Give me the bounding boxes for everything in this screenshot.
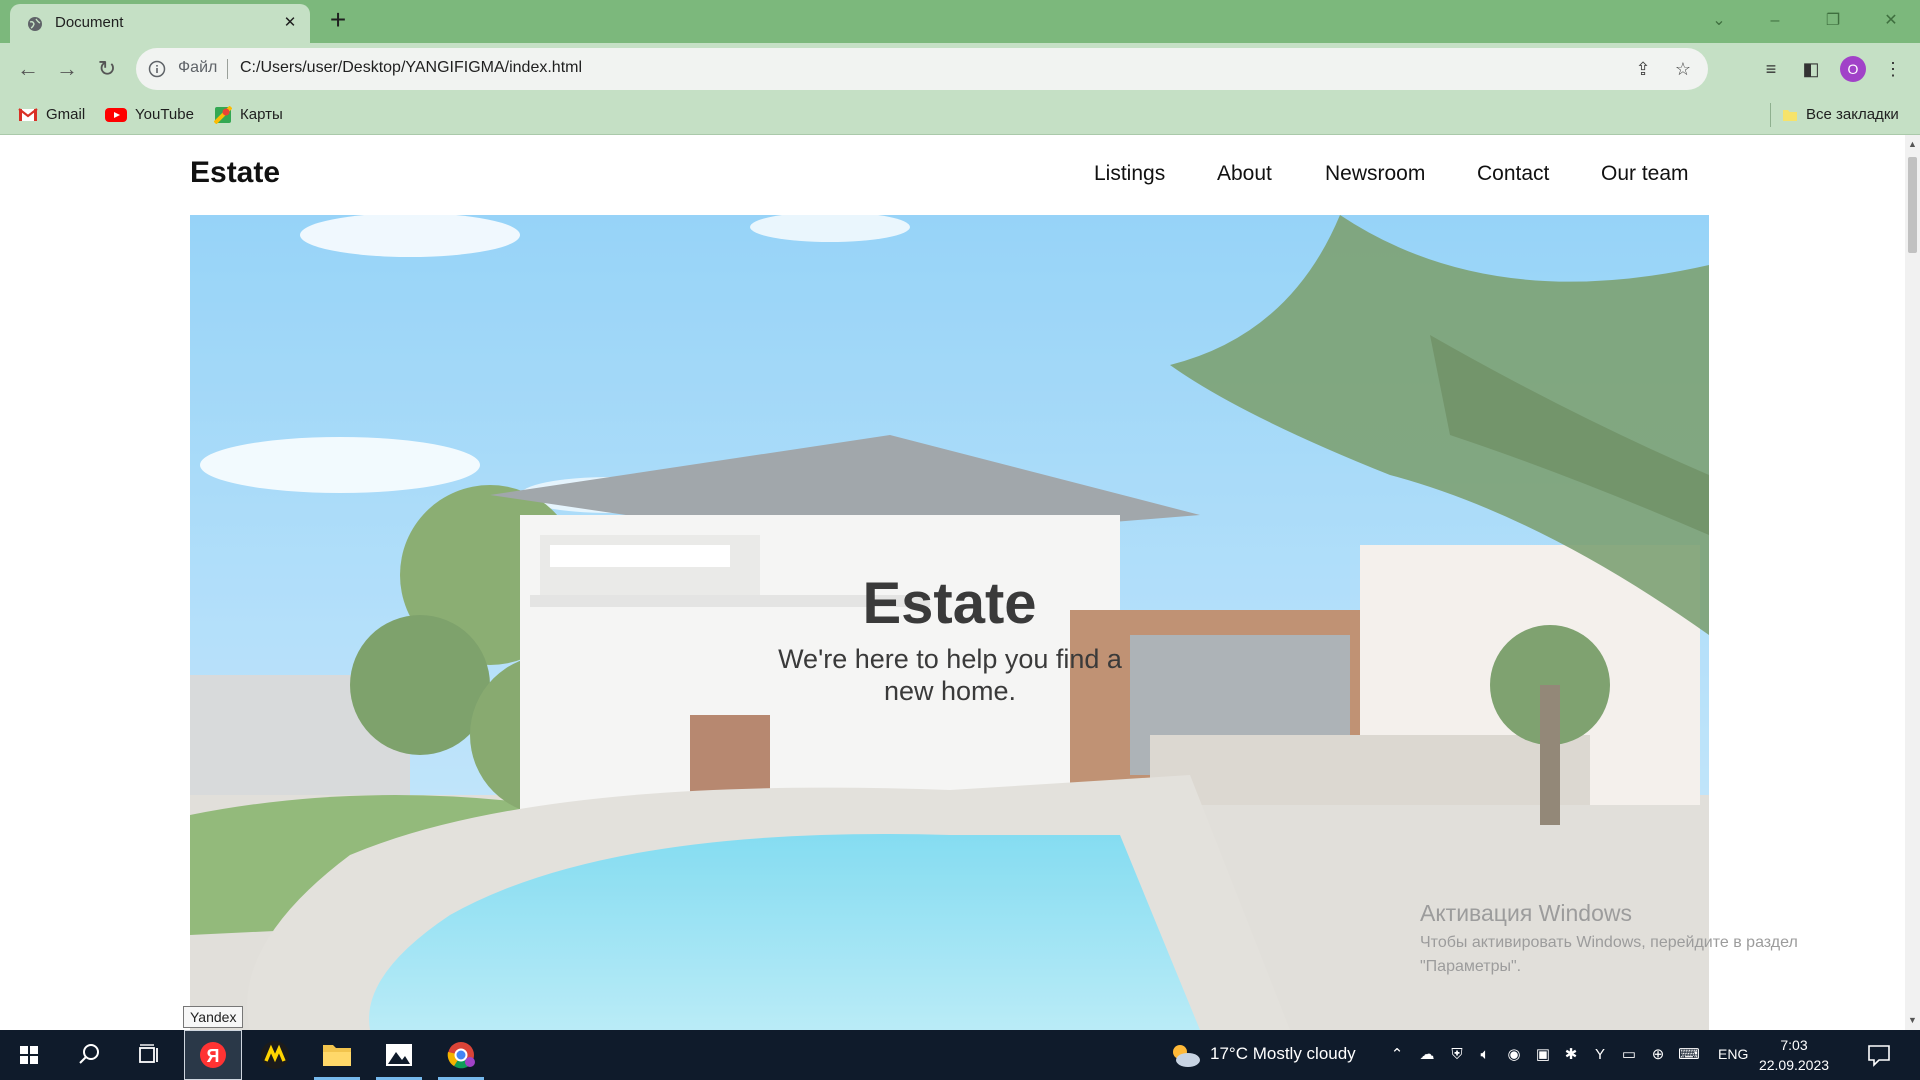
weather-cloud-icon [1173, 1045, 1200, 1067]
browser-tab[interactable]: Document ✕ [10, 4, 310, 43]
tab-search-chevron-icon[interactable]: ⌄ [1704, 6, 1734, 36]
nav-link-our-team[interactable]: Our team [1601, 162, 1689, 186]
bookmark-label: YouTube [135, 106, 194, 123]
web-page: Estate Listings About Newsroom Contact O… [0, 135, 1905, 1030]
reading-list-icon[interactable]: ≡ [1757, 55, 1785, 83]
search-button[interactable] [60, 1030, 118, 1080]
menu-kebab-icon[interactable]: ⋮ [1879, 55, 1907, 83]
reload-icon[interactable]: ↻ [91, 53, 123, 85]
chrome-icon [447, 1042, 475, 1069]
bookmarks-bar: Gmail YouTube Карты Все закладки [0, 95, 1920, 135]
hero-subtitle: We're here to help you find a new home. [778, 644, 1122, 706]
browser-toolbar: ← → ↻ Файл C:/Users/user/Desktop/YANGIFI… [0, 43, 1920, 95]
edge-icon[interactable]: ◉ [1503, 1044, 1525, 1066]
profile-avatar[interactable]: O [1840, 56, 1866, 82]
taskbar-chrome[interactable] [432, 1030, 490, 1080]
folder-icon [1783, 110, 1797, 122]
nav-link-about[interactable]: About [1217, 162, 1272, 186]
clock-date: 22.09.2023 [1758, 1057, 1830, 1073]
folder-icon [323, 1045, 351, 1066]
scroll-down-arrow-icon[interactable]: ▼ [1905, 1013, 1920, 1028]
yandex-tray-icon[interactable]: Y [1589, 1044, 1611, 1066]
side-panel-icon[interactable]: ◧ [1797, 55, 1825, 83]
yandex-music-icon [261, 1041, 289, 1069]
restore-icon[interactable]: ❐ [1818, 6, 1848, 36]
nav-link-contact[interactable]: Contact [1477, 162, 1549, 186]
network-globe-icon[interactable]: ⊕ [1647, 1044, 1669, 1066]
maps-icon [214, 106, 232, 125]
clock-time: 7:03 [1780, 1037, 1808, 1053]
new-tab-button[interactable]: + [324, 6, 352, 35]
notifications-icon[interactable] [1866, 1042, 1892, 1068]
photos-icon [386, 1044, 412, 1066]
share-icon[interactable]: ⇪ [1632, 58, 1654, 80]
taskbar-tooltip: Yandex [183, 1006, 244, 1028]
back-arrow-icon[interactable]: ← [12, 53, 44, 85]
keyboard-icon[interactable]: ⌨ [1678, 1044, 1700, 1066]
all-bookmarks-label: Все закладки [1806, 106, 1899, 123]
info-icon[interactable] [148, 60, 166, 78]
address-url[interactable]: C:/Users/user/Desktop/YANGIFIGMA/index.h… [240, 59, 582, 77]
hero-banner: Estate We're here to help you find a new… [190, 215, 1709, 1030]
address-separator [227, 59, 228, 79]
youtube-icon [105, 108, 127, 123]
svg-text:Я: Я [207, 1046, 220, 1066]
taskbar-photos[interactable] [370, 1030, 428, 1080]
address-scheme-label: Файл [178, 59, 218, 76]
weather-text[interactable]: 17°C Mostly cloudy [1210, 1044, 1356, 1064]
taskbar-file-explorer[interactable] [308, 1030, 366, 1080]
language-indicator[interactable]: ENG [1718, 1046, 1748, 1062]
forward-arrow-icon[interactable]: → [51, 53, 83, 85]
tab-title: Document [55, 14, 124, 31]
battery-icon[interactable]: ▭ [1618, 1044, 1640, 1066]
scrollbar-thumb[interactable] [1908, 157, 1917, 253]
taskbar-yandex-music[interactable] [246, 1030, 304, 1080]
bookmark-star-icon[interactable]: ☆ [1672, 58, 1694, 80]
nav-link-listings[interactable]: Listings [1094, 162, 1165, 186]
gmail-icon [18, 108, 38, 122]
minimize-icon[interactable]: – [1760, 6, 1790, 36]
yandex-icon: Я [200, 1042, 226, 1068]
tab-close-icon[interactable]: ✕ [280, 13, 300, 33]
globe-icon [28, 17, 42, 31]
volume-icon[interactable]: 🔈︎ [1474, 1044, 1496, 1066]
bookmarks-separator [1770, 103, 1771, 127]
show-hidden-icons-chevron-icon[interactable]: ⌃ [1386, 1044, 1408, 1066]
page-scrollbar[interactable]: ▲ ▼ [1905, 135, 1920, 1030]
bookmark-youtube[interactable]: YouTube [105, 105, 194, 125]
taskbar-yandex-browser[interactable]: Я [184, 1030, 242, 1080]
address-bar[interactable]: Файл C:/Users/user/Desktop/YANGIFIGMA/in… [136, 48, 1708, 90]
bluetooth-icon[interactable]: ✱ [1560, 1044, 1582, 1066]
bookmark-label: Gmail [46, 106, 86, 123]
task-view-button[interactable] [120, 1030, 178, 1080]
nav-link-newsroom[interactable]: Newsroom [1325, 162, 1425, 186]
hero-title: Estate [862, 571, 1037, 636]
close-window-icon[interactable]: ✕ [1876, 6, 1906, 36]
site-logo[interactable]: Estate [190, 156, 280, 190]
windows-logo-icon [20, 1046, 38, 1064]
browser-titlebar: Document ✕ + ⌄ – ❐ ✕ [0, 0, 1920, 43]
onedrive-icon[interactable]: ☁ [1416, 1044, 1438, 1066]
bookmark-gmail[interactable]: Gmail [18, 105, 85, 125]
system-clock[interactable]: 7:03 22.09.2023 [1752, 1035, 1836, 1075]
all-bookmarks-folder[interactable]: Все закладки [1782, 105, 1899, 125]
bookmark-maps[interactable]: Карты [214, 105, 283, 125]
start-button[interactable] [0, 1030, 58, 1080]
security-shield-icon[interactable]: ⛨ [1446, 1044, 1468, 1066]
windows-taskbar: Я 17°C Mostly cloudy ⌃ ☁ ⛨ 🔈︎ ◉ ▣ ✱ Y ▭ … [0, 1030, 1920, 1080]
bookmark-label: Карты [240, 106, 283, 123]
scroll-up-arrow-icon[interactable]: ▲ [1905, 137, 1920, 152]
task-view-icon [139, 1044, 158, 1063]
search-icon [79, 1044, 99, 1064]
meet-now-icon[interactable]: ▣ [1532, 1044, 1554, 1066]
